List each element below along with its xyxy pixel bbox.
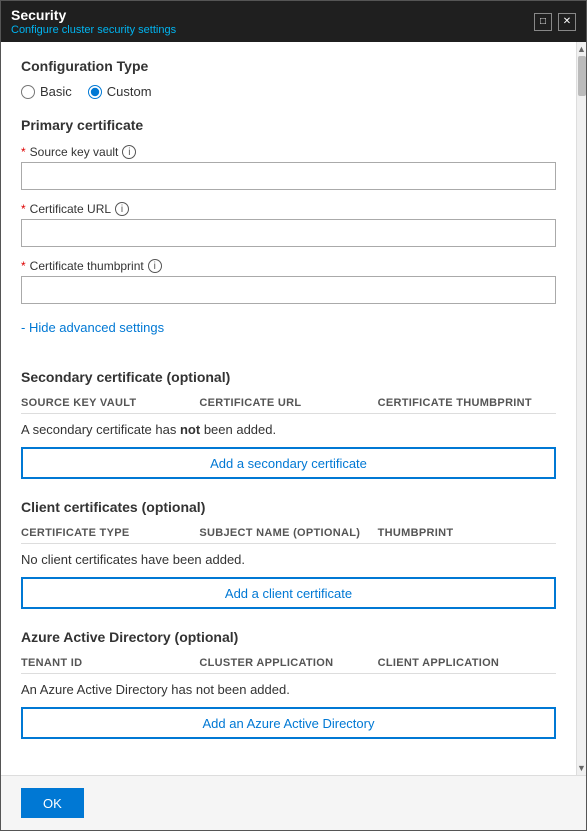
close-button[interactable]: ✕ xyxy=(558,13,576,31)
scroll-up-arrow[interactable]: ▲ xyxy=(577,44,586,54)
client-cert-empty-message: No client certificates have been added. xyxy=(21,552,556,567)
source-key-vault-group: * Source key vault i xyxy=(21,145,556,190)
scroll-down-arrow[interactable]: ▼ xyxy=(577,763,586,773)
add-secondary-cert-button[interactable]: Add a secondary certificate xyxy=(21,447,556,479)
client-cert-col-1: Certificate Type xyxy=(21,527,199,539)
radio-basic-text: Basic xyxy=(40,84,72,99)
client-certs-title: Client certificates (optional) xyxy=(21,499,556,515)
hide-advanced-link[interactable]: - Hide advanced settings xyxy=(21,320,164,335)
content-area: Configuration Type Basic Custom Primary … xyxy=(1,42,586,775)
scroll-thumb[interactable] xyxy=(578,56,586,96)
radio-basic[interactable] xyxy=(21,85,35,99)
certificate-thumbprint-group: * Certificate thumbprint i xyxy=(21,259,556,304)
source-key-vault-info-icon[interactable]: i xyxy=(122,145,136,159)
sec-cert-col-3: Certificate Thumbprint xyxy=(378,397,556,409)
secondary-cert-empty-message: A secondary certificate has not been add… xyxy=(21,422,556,437)
secondary-cert-section: Secondary certificate (optional) Source … xyxy=(21,369,556,479)
security-window: Security Configure cluster security sett… xyxy=(0,0,587,831)
add-client-cert-button[interactable]: Add a client certificate xyxy=(21,577,556,609)
aad-col-3: Client Application xyxy=(378,657,556,669)
scroll-track: ▲ ▼ xyxy=(576,42,586,775)
aad-col-2: Cluster Application xyxy=(199,657,377,669)
aad-section: Azure Active Directory (optional) Tenant… xyxy=(21,629,556,739)
title-bar-controls: □ ✕ xyxy=(534,13,576,31)
source-key-vault-input[interactable] xyxy=(21,162,556,190)
radio-custom-label[interactable]: Custom xyxy=(88,84,152,99)
client-certs-section: Client certificates (optional) Certifica… xyxy=(21,499,556,609)
aad-empty-message: An Azure Active Directory has not been a… xyxy=(21,682,556,697)
secondary-cert-title: Secondary certificate (optional) xyxy=(21,369,556,385)
title-bar: Security Configure cluster security sett… xyxy=(1,1,586,42)
certificate-url-input[interactable] xyxy=(21,219,556,247)
config-type-title: Configuration Type xyxy=(21,58,556,74)
config-type-section: Configuration Type Basic Custom xyxy=(21,58,556,99)
primary-cert-title: Primary certificate xyxy=(21,117,556,133)
client-cert-col-3: Thumbprint xyxy=(378,527,556,539)
client-cert-table-header: Certificate Type Subject Name (Optional)… xyxy=(21,523,556,544)
certificate-url-label: * Certificate URL i xyxy=(21,202,556,216)
aad-col-1: Tenant ID xyxy=(21,657,199,669)
certificate-url-label-text: Certificate URL xyxy=(30,202,111,216)
footer: OK xyxy=(1,775,586,830)
certificate-thumbprint-input[interactable] xyxy=(21,276,556,304)
aad-table-header: Tenant ID Cluster Application Client App… xyxy=(21,653,556,674)
certificate-url-info-icon[interactable]: i xyxy=(115,202,129,216)
aad-title: Azure Active Directory (optional) xyxy=(21,629,556,645)
certificate-url-group: * Certificate URL i xyxy=(21,202,556,247)
ok-button[interactable]: OK xyxy=(21,788,84,818)
main-content: Configuration Type Basic Custom Primary … xyxy=(1,42,576,775)
required-star-1: * xyxy=(21,145,26,159)
radio-basic-label[interactable]: Basic xyxy=(21,84,72,99)
sec-cert-col-2: Certificate URL xyxy=(199,397,377,409)
certificate-thumbprint-label: * Certificate thumbprint i xyxy=(21,259,556,273)
source-key-vault-label: * Source key vault i xyxy=(21,145,556,159)
secondary-cert-table-header: Source Key Vault Certificate URL Certifi… xyxy=(21,393,556,414)
add-aad-button[interactable]: Add an Azure Active Directory xyxy=(21,707,556,739)
radio-custom-text: Custom xyxy=(107,84,152,99)
client-cert-col-2: Subject Name (Optional) xyxy=(199,527,377,539)
config-type-row: Basic Custom xyxy=(21,84,556,99)
primary-cert-section: Primary certificate * Source key vault i… xyxy=(21,117,556,349)
certificate-thumbprint-info-icon[interactable]: i xyxy=(148,259,162,273)
title-bar-left: Security Configure cluster security sett… xyxy=(11,7,176,36)
certificate-thumbprint-label-text: Certificate thumbprint xyxy=(30,259,144,273)
minimize-button[interactable]: □ xyxy=(534,13,552,31)
sec-cert-col-1: Source Key Vault xyxy=(21,397,199,409)
window-subtitle: Configure cluster security settings xyxy=(11,24,176,36)
window-title: Security xyxy=(11,7,176,23)
required-star-3: * xyxy=(21,259,26,273)
required-star-2: * xyxy=(21,202,26,216)
source-key-vault-label-text: Source key vault xyxy=(30,145,119,159)
radio-custom[interactable] xyxy=(88,85,102,99)
